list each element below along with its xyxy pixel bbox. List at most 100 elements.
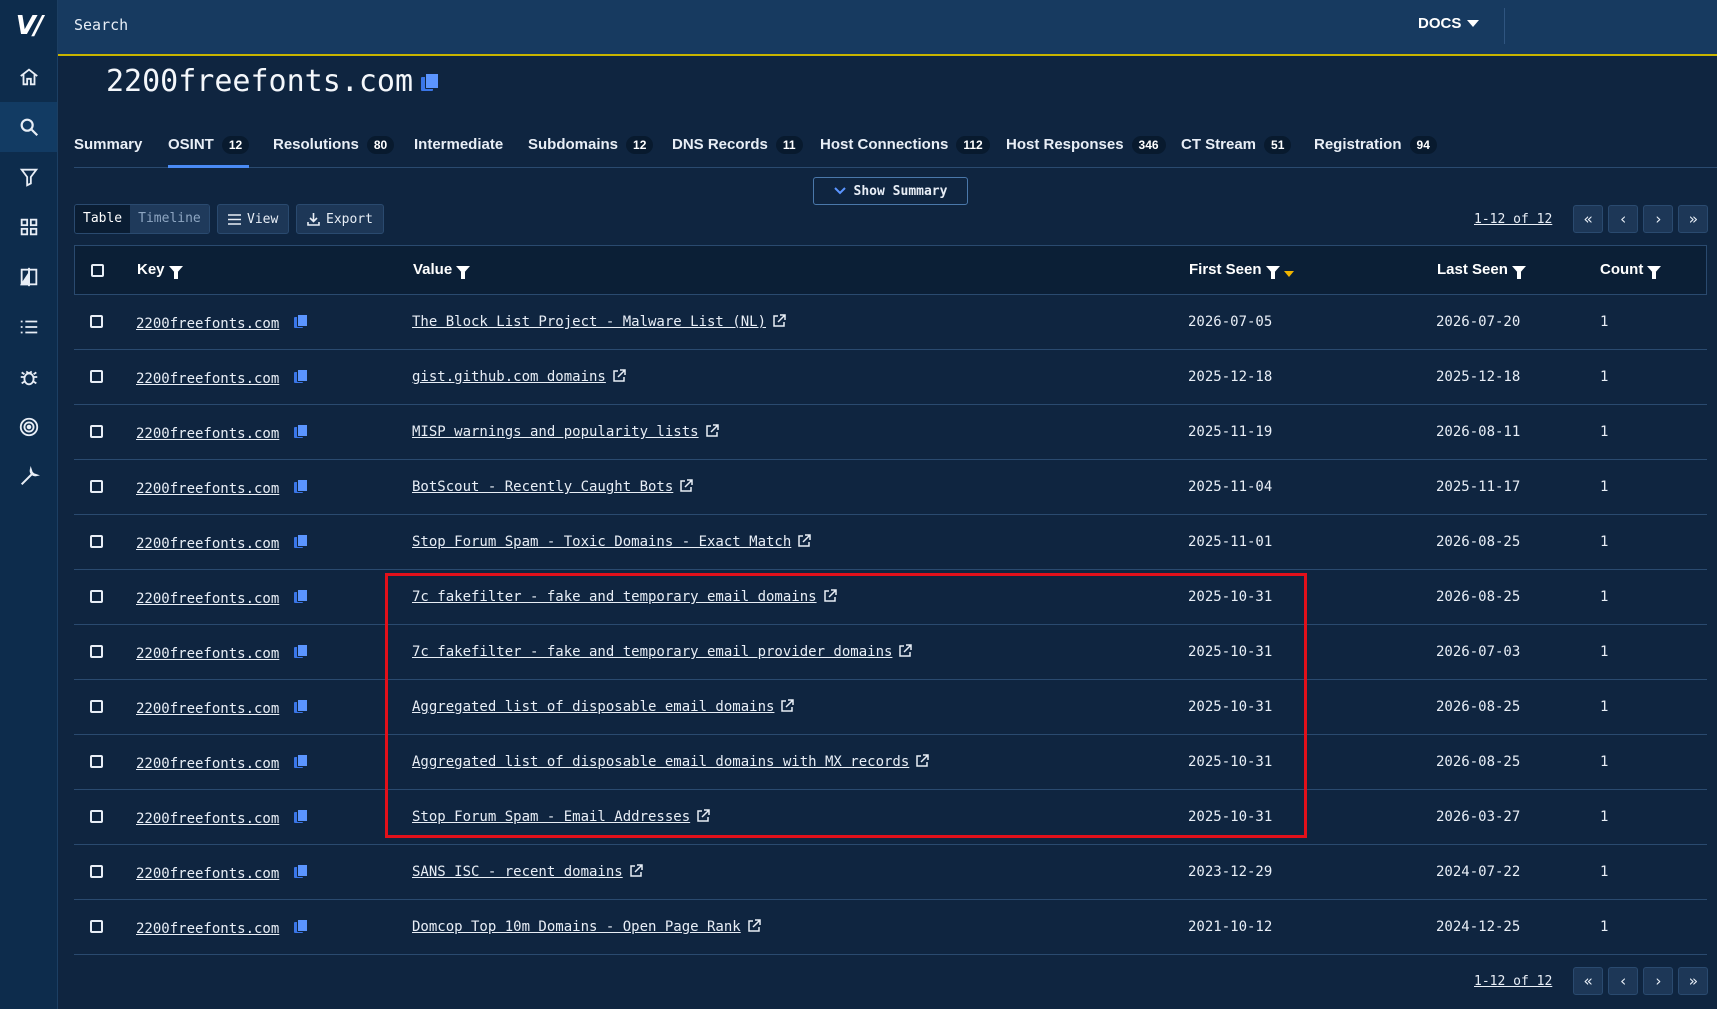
row-checkbox[interactable]	[90, 810, 103, 823]
copy-icon[interactable]	[293, 809, 308, 823]
select-all-checkbox[interactable]	[91, 264, 104, 277]
column-last-seen[interactable]: Last Seen	[1437, 261, 1526, 279]
value-link[interactable]: 7c fakefilter - fake and temporary email…	[412, 644, 892, 660]
copy-icon[interactable]	[293, 644, 308, 658]
value-link[interactable]: The Block List Project - Malware List (N…	[412, 314, 766, 330]
show-summary-button[interactable]: Show Summary	[813, 177, 968, 205]
copy-icon[interactable]	[293, 314, 308, 328]
column-value[interactable]: Value	[413, 261, 471, 279]
filter-icon[interactable]	[456, 265, 471, 279]
row-checkbox[interactable]	[90, 590, 103, 603]
key-link[interactable]: 2200freefonts.com	[136, 646, 279, 662]
copy-icon[interactable]	[293, 754, 308, 768]
table-row: 2200freefonts.com MISP warnings and popu…	[74, 405, 1707, 460]
first-page-button[interactable]: «	[1573, 967, 1604, 995]
tab-resolutions[interactable]: Resolutions 80	[273, 132, 395, 168]
row-checkbox[interactable]	[90, 370, 103, 383]
row-checkbox[interactable]	[90, 920, 103, 933]
prev-page-button[interactable]: ‹	[1608, 967, 1639, 995]
row-checkbox[interactable]	[90, 645, 103, 658]
filter-icon[interactable]	[1647, 265, 1662, 279]
copy-icon[interactable]	[293, 534, 308, 548]
tab-summary[interactable]: Summary	[74, 132, 142, 168]
key-link[interactable]: 2200freefonts.com	[136, 316, 279, 332]
key-link[interactable]: 2200freefonts.com	[136, 701, 279, 717]
sidebar-item-grid[interactable]	[0, 202, 57, 252]
row-checkbox[interactable]	[90, 865, 103, 878]
tab-host-connections[interactable]: Host Connections 112	[820, 132, 990, 168]
pagination-range[interactable]: 1-12 of 12	[1474, 974, 1552, 989]
sidebar-item-bug[interactable]	[0, 352, 57, 402]
pagination-range[interactable]: 1-12 of 12	[1474, 212, 1552, 227]
tab-registration[interactable]: Registration 94	[1314, 132, 1437, 168]
value-link[interactable]: Stop Forum Spam - Email Addresses	[412, 809, 690, 825]
filter-icon[interactable]	[168, 265, 183, 279]
table-mode-button[interactable]: Table	[75, 205, 131, 233]
last-page-button[interactable]: »	[1678, 967, 1709, 995]
logo[interactable]: V/	[0, 0, 57, 52]
value-link[interactable]: Aggregated list of disposable email doma…	[412, 699, 774, 715]
row-checkbox[interactable]	[90, 755, 103, 768]
key-link[interactable]: 2200freefonts.com	[136, 811, 279, 827]
filter-icon[interactable]	[1265, 265, 1280, 279]
tab-host-responses[interactable]: Host Responses 346	[1006, 132, 1166, 168]
value-link[interactable]: MISP warnings and popularity lists	[412, 424, 699, 440]
copy-icon[interactable]	[293, 369, 308, 383]
docs-menu[interactable]: DOCS	[1418, 15, 1480, 32]
row-checkbox[interactable]	[90, 480, 103, 493]
key-link[interactable]: 2200freefonts.com	[136, 756, 279, 772]
first-page-button[interactable]: «	[1573, 205, 1604, 233]
key-link[interactable]: 2200freefonts.com	[136, 426, 279, 442]
key-link[interactable]: 2200freefonts.com	[136, 591, 279, 607]
last-page-button[interactable]: »	[1678, 205, 1709, 233]
column-first-seen[interactable]: First Seen	[1189, 261, 1294, 279]
sidebar-item-target[interactable]	[0, 402, 57, 452]
tab-dns-records[interactable]: DNS Records 11	[672, 132, 803, 168]
row-checkbox[interactable]	[90, 700, 103, 713]
copy-icon[interactable]	[293, 864, 308, 878]
key-link[interactable]: 2200freefonts.com	[136, 371, 279, 387]
row-checkbox[interactable]	[90, 535, 103, 548]
sidebar-item-compare[interactable]	[0, 252, 57, 302]
row-checkbox[interactable]	[90, 315, 103, 328]
tab-subdomains[interactable]: Subdomains 12	[528, 132, 654, 168]
sidebar-item-tools[interactable]	[0, 452, 57, 502]
view-button[interactable]: View	[217, 204, 290, 234]
row-checkbox[interactable]	[90, 425, 103, 438]
sidebar-item-filter[interactable]	[0, 152, 57, 202]
value-link[interactable]: 7c fakefilter - fake and temporary email…	[412, 589, 817, 605]
filter-icon[interactable]	[1511, 265, 1526, 279]
sidebar-item-list[interactable]	[0, 302, 57, 352]
tab-intermediate[interactable]: Intermediate	[414, 132, 503, 168]
key-link[interactable]: 2200freefonts.com	[136, 866, 279, 882]
sidebar-item-home[interactable]	[0, 52, 57, 102]
value-link[interactable]: Domcop Top 10m Domains - Open Page Rank	[412, 919, 741, 935]
value-link[interactable]: gist.github.com domains	[412, 369, 606, 385]
value-link[interactable]: Aggregated list of disposable email doma…	[412, 754, 909, 770]
count-cell: 1	[1600, 809, 1609, 825]
copy-icon[interactable]	[293, 699, 308, 713]
tab-osint[interactable]: OSINT 12	[168, 132, 250, 168]
key-link[interactable]: 2200freefonts.com	[136, 536, 279, 552]
value-link[interactable]: BotScout - Recently Caught Bots	[412, 479, 673, 495]
copy-icon[interactable]	[421, 72, 440, 91]
export-button[interactable]: Export	[296, 204, 384, 234]
column-key[interactable]: Key	[137, 261, 183, 279]
next-page-button[interactable]: ›	[1643, 967, 1674, 995]
next-page-button[interactable]: ›	[1643, 205, 1674, 233]
value-link[interactable]: Stop Forum Spam - Toxic Domains - Exact …	[412, 534, 791, 550]
copy-icon[interactable]	[293, 589, 308, 603]
copy-icon[interactable]	[293, 479, 308, 493]
search-nav-label[interactable]: Search	[74, 16, 128, 34]
key-link[interactable]: 2200freefonts.com	[136, 481, 279, 497]
sort-desc-icon[interactable]	[1283, 270, 1294, 277]
sidebar-item-search[interactable]	[0, 102, 57, 152]
copy-icon[interactable]	[293, 424, 308, 438]
key-link[interactable]: 2200freefonts.com	[136, 921, 279, 937]
prev-page-button[interactable]: ‹	[1608, 205, 1639, 233]
value-link[interactable]: SANS ISC - recent domains	[412, 864, 623, 880]
tab-ct-stream[interactable]: CT Stream 51	[1181, 132, 1292, 168]
copy-icon[interactable]	[293, 919, 308, 933]
timeline-mode-button[interactable]: Timeline	[130, 205, 209, 233]
column-count[interactable]: Count	[1600, 261, 1662, 279]
